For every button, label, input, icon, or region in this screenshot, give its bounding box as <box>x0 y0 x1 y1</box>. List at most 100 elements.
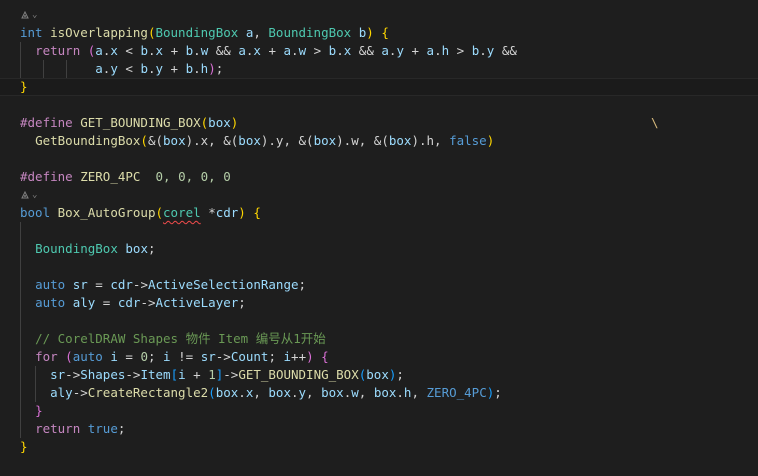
indent-guide <box>20 222 21 240</box>
codelens-icon[interactable] <box>20 190 30 200</box>
code-line[interactable]: bool Box_AutoGroup(corel *cdr) { <box>0 204 758 222</box>
token-var: h <box>441 43 450 58</box>
token-op: . <box>238 385 246 400</box>
codelens-row[interactable]: ⌄ <box>0 186 758 204</box>
token-member: ActiveLayer <box>155 295 239 310</box>
code-line[interactable]: } <box>0 438 758 456</box>
token-op: . <box>147 43 156 58</box>
token-line-continuation: \ <box>651 115 659 130</box>
token-function: Box_AutoGroup <box>57 205 156 220</box>
token-op: ).x, <box>185 133 224 148</box>
code-line-empty[interactable] <box>0 222 758 240</box>
token-macro: ZERO_4PC <box>426 385 487 400</box>
token-var: box <box>366 367 389 382</box>
token-op: && <box>494 43 517 58</box>
code-line[interactable]: for (auto i = 0; i != sr->Count; i++) { <box>0 348 758 366</box>
token-var: y <box>155 61 164 76</box>
code-line[interactable]: } <box>0 402 758 420</box>
indent-guide <box>20 384 21 402</box>
token-op: . <box>434 43 442 58</box>
token-bool: false <box>449 133 487 148</box>
chevron-down-icon[interactable]: ⌄ <box>32 6 37 24</box>
code-line[interactable]: // CorelDRAW Shapes 物件 Item 编号从1开始 <box>0 330 758 348</box>
token-op: = <box>95 295 118 310</box>
code-line[interactable]: BoundingBox box; <box>0 240 758 258</box>
token-var: y <box>396 43 404 58</box>
token-var: a <box>381 43 389 58</box>
indent-guide <box>66 60 67 78</box>
token-op: && <box>351 43 382 58</box>
token-op: &( <box>223 133 239 148</box>
code-line[interactable]: auto aly = cdr->ActiveLayer; <box>0 294 758 312</box>
token-var: b <box>140 43 148 58</box>
token-paren: ) <box>366 25 374 40</box>
code-line[interactable]: aly->CreateRectangle2(box.x, box.y, box.… <box>0 384 758 402</box>
token-var: a <box>95 61 103 76</box>
token-var: x <box>253 43 261 58</box>
indent-guide <box>20 276 21 294</box>
code-line-empty[interactable] <box>0 258 758 276</box>
chevron-down-icon[interactable]: ⌄ <box>32 186 37 204</box>
token-param: cdr <box>215 205 239 220</box>
token-op: -> <box>223 367 239 382</box>
indent-guide <box>20 330 21 348</box>
token-brace: } <box>20 79 28 94</box>
code-line[interactable]: auto sr = cdr->ActiveSelectionRange; <box>0 276 758 294</box>
code-line[interactable]: #define ZERO_4PC 0, 0, 0, 0 <box>0 168 758 186</box>
token-op: && <box>208 43 239 58</box>
codelens-icon[interactable] <box>20 10 30 20</box>
token-op: . <box>396 385 404 400</box>
token-var: cdr <box>117 295 141 310</box>
token-var: x <box>155 43 164 58</box>
token-op: ; <box>298 277 307 292</box>
code-line-empty[interactable] <box>0 150 758 168</box>
token-op: + <box>163 43 186 58</box>
token-var: aly <box>50 385 73 400</box>
token-op: > <box>306 43 329 58</box>
code-line-empty[interactable] <box>0 312 758 330</box>
token-var: i <box>178 367 186 382</box>
token-brace: } <box>20 439 28 454</box>
token-op: . <box>336 43 344 58</box>
code-line[interactable]: return (a.x < b.x + b.w && a.x + a.w > b… <box>0 42 758 60</box>
code-line[interactable]: #define GET_BOUNDING_BOX(box) \ <box>0 114 758 132</box>
token-member: Count <box>230 349 269 364</box>
token-op: . <box>193 61 201 76</box>
code-line[interactable]: GetBoundingBox(&(box).x, &(box).y, &(box… <box>0 132 758 150</box>
token-op: . <box>193 43 201 58</box>
token-op: + <box>185 367 209 382</box>
code-line-empty[interactable] <box>0 96 758 114</box>
token-op: ; <box>147 241 156 256</box>
token-keyword: auto <box>35 295 66 310</box>
token-op: ; <box>117 421 126 436</box>
token-var: b <box>140 61 148 76</box>
token-var: box <box>125 241 148 256</box>
token-op: , <box>358 385 374 400</box>
code-line[interactable]: int isOverlapping(BoundingBox a, Boundin… <box>0 24 758 42</box>
indent-guide <box>20 420 21 438</box>
code-editor[interactable]: ⌄ int isOverlapping(BoundingBox a, Bound… <box>0 6 758 476</box>
token-member: ActiveSelectionRange <box>147 277 299 292</box>
token-bracket: [ <box>170 367 179 382</box>
token-member: Shapes <box>80 367 126 382</box>
token-op: &( <box>373 133 389 148</box>
token-macro: GET_BOUNDING_BOX <box>80 115 201 130</box>
token-op: ).y, <box>260 133 299 148</box>
token-op: &( <box>147 133 164 148</box>
code-line-current[interactable]: } <box>0 78 758 96</box>
codelens-row[interactable]: ⌄ <box>0 6 758 24</box>
token-op: -> <box>72 385 88 400</box>
token-type: BoundingBox <box>155 25 239 40</box>
token-op: . <box>479 43 487 58</box>
token-op: ).h, <box>411 133 450 148</box>
token-op: ++ <box>291 349 307 364</box>
code-line[interactable]: a.y < b.y + b.h); <box>0 60 758 78</box>
token-function: isOverlapping <box>50 25 148 40</box>
code-line[interactable]: sr->Shapes->Item[i + 1]->GET_BOUNDING_BO… <box>0 366 758 384</box>
code-line[interactable]: return true; <box>0 420 758 438</box>
indent-guide <box>20 402 21 420</box>
